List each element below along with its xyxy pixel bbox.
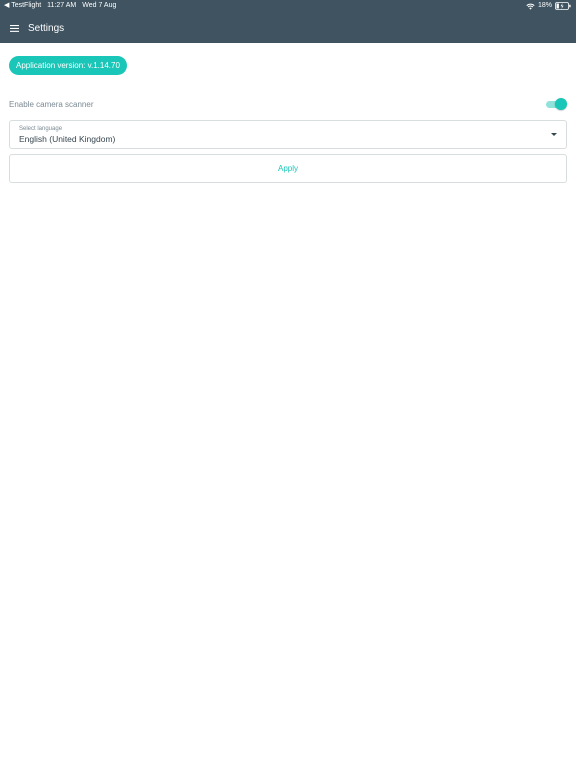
status-date: Wed 7 Aug — [82, 2, 117, 9]
application-version-badge: Application version: v.1.14.70 — [9, 56, 127, 75]
battery-charging-icon — [555, 2, 572, 10]
camera-scanner-label: Enable camera scanner — [9, 99, 94, 109]
language-select-value: English (United Kingdom) — [19, 134, 116, 144]
top-bar: ◀ TestFlight 11:27 AM Wed 7 Aug 18% Sett… — [0, 0, 576, 43]
toggle-thumb — [555, 98, 567, 110]
language-select-label: Select language — [19, 126, 63, 132]
app-bar: Settings — [0, 14, 576, 42]
dropdown-arrow-icon — [551, 133, 557, 136]
menu-button[interactable] — [0, 14, 28, 42]
battery-percent: 18% — [537, 2, 552, 9]
page-title: Settings — [28, 22, 65, 34]
back-to-app-link[interactable]: ◀ TestFlight — [4, 0, 41, 12]
language-select[interactable]: Select language English (United Kingdom) — [9, 120, 567, 149]
status-bar: ◀ TestFlight 11:27 AM Wed 7 Aug 18% — [0, 0, 576, 12]
hamburger-menu-icon — [9, 19, 19, 37]
status-time: 11:27 AM — [47, 2, 77, 9]
camera-scanner-row: Enable camera scanner — [9, 96, 567, 112]
apply-button[interactable]: Apply — [9, 154, 567, 183]
camera-scanner-toggle[interactable] — [545, 98, 567, 110]
wifi-icon — [526, 3, 535, 10]
